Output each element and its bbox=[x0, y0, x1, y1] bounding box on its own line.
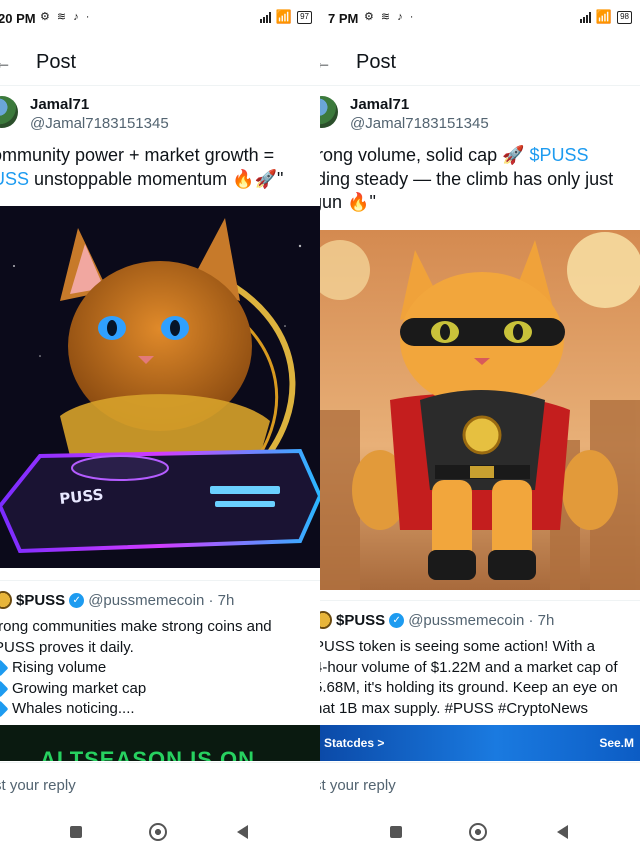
post-text-line: lding steady — the climb has only just bbox=[320, 168, 614, 189]
quoted-display-name: $PUSS bbox=[336, 611, 386, 629]
post-author: Jamal71 @Jamal7183151345 bbox=[320, 94, 640, 138]
status-bar: 20 PM ⚙ ≋ ♪ · 📶 97 bbox=[0, 0, 320, 38]
reply-bar: st your reply bbox=[320, 762, 640, 810]
quoted-handle: @pussmemecoin · 7h bbox=[408, 611, 555, 629]
battery-icon: 98 bbox=[617, 10, 632, 24]
quoted-text-line: trong communities make strong coins and bbox=[0, 618, 272, 635]
page-title: Post bbox=[356, 51, 397, 73]
reply-input[interactable]: st your reply bbox=[0, 777, 76, 794]
verified-badge-icon: ✓ bbox=[389, 612, 405, 628]
author-display-name[interactable]: Jamal71 bbox=[350, 96, 409, 113]
avatar[interactable] bbox=[0, 96, 18, 128]
recent-apps-icon[interactable] bbox=[66, 822, 86, 842]
quoted-post-text: trong communities make strong coins and … bbox=[0, 617, 320, 720]
list-item: Growing market cap bbox=[0, 679, 320, 700]
quoted-post-text: PUSS token is seeing some action! With a… bbox=[320, 637, 640, 719]
status-time: 20 PM bbox=[0, 11, 36, 26]
wifi-icon: 📶 bbox=[275, 9, 293, 24]
back-arrow-icon[interactable]: ← bbox=[320, 52, 332, 73]
post-screen-left: 20 PM ⚙ ≋ ♪ · 📶 97 ← Post Jamal71 @Jamal… bbox=[0, 0, 320, 853]
quoted-text-line: PUSS proves it daily. bbox=[0, 638, 134, 656]
author-display-name[interactable]: Jamal71 bbox=[30, 96, 89, 113]
back-icon[interactable] bbox=[552, 822, 572, 842]
wifi-icon: 📶 bbox=[595, 9, 613, 24]
post-text-fragment: trong volume, solid cap 🚀 bbox=[320, 145, 530, 165]
quoted-media-text-right: See.M bbox=[599, 736, 634, 750]
post-image-dj-cat[interactable]: PUSS bbox=[0, 206, 320, 568]
quoted-media-thumbnail[interactable]: Statcdes > See.M bbox=[320, 725, 640, 761]
post-text-line: USS unstoppable momentum 🔥🚀" bbox=[0, 168, 320, 192]
reply-bar: st your reply bbox=[0, 762, 320, 810]
back-icon[interactable] bbox=[232, 822, 252, 842]
avatar[interactable] bbox=[320, 96, 338, 128]
quoted-media-text: ALTSEASON IS ON bbox=[40, 747, 256, 761]
status-bar: 7 PM ⚙ ≋ ♪ · 📶 98 bbox=[320, 0, 640, 38]
quoted-media-thumbnail[interactable]: ALTSEASON IS ON bbox=[0, 725, 320, 761]
quoted-avatar bbox=[0, 591, 12, 609]
quoted-text-line: hat 1B max supply. #PUSS #CryptoNews bbox=[320, 699, 589, 717]
quoted-text-line: 5.68M, it's holding its ground. Keep an … bbox=[320, 679, 618, 696]
quoted-display-name: $PUSS bbox=[16, 591, 66, 609]
notification-icons: ⚙ ≋ ♪ · bbox=[364, 11, 416, 23]
list-item: Whales noticing.... bbox=[0, 699, 320, 720]
status-indicators: 📶 98 bbox=[579, 9, 632, 25]
quoted-post[interactable]: $PUSS ✓ @pussmemecoin · 7h PUSS token is… bbox=[320, 600, 640, 761]
author-handle[interactable]: @Jamal7183151345 bbox=[30, 115, 169, 132]
post-text-line: trong volume, solid cap 🚀 $PUSS bbox=[320, 144, 640, 168]
quoted-post-header: $PUSS ✓ @pussmemecoin · 7h bbox=[0, 591, 234, 609]
home-icon[interactable] bbox=[148, 822, 168, 842]
top-bar: ← Post bbox=[320, 38, 640, 86]
post-screen-right: 7 PM ⚙ ≋ ♪ · 📶 98 ← Post Jamal71 @Jamal7… bbox=[320, 0, 640, 853]
quoted-handle: @pussmemecoin · 7h bbox=[88, 591, 235, 609]
home-icon[interactable] bbox=[468, 822, 488, 842]
quoted-text-line: 4-hour volume of $1.22M and a market cap… bbox=[320, 658, 618, 676]
system-nav-bar bbox=[320, 812, 640, 853]
top-bar: ← Post bbox=[0, 38, 320, 86]
post-text-line: ommunity power + market growth = bbox=[0, 145, 275, 165]
blue-diamond-icon bbox=[0, 659, 9, 677]
post-text: ommunity power + market growth = USS uns… bbox=[0, 144, 320, 191]
page-title: Post bbox=[36, 51, 77, 73]
system-nav-bar bbox=[0, 812, 320, 853]
post-text: trong volume, solid cap 🚀 $PUSS lding st… bbox=[320, 144, 640, 215]
notification-icons: ⚙ ≋ ♪ · bbox=[40, 11, 92, 23]
post-author: Jamal71 @Jamal7183151345 bbox=[0, 94, 320, 138]
author-handle[interactable]: @Jamal7183151345 bbox=[350, 115, 489, 132]
battery-icon: 97 bbox=[297, 10, 312, 24]
post-text-line: gun 🔥" bbox=[320, 192, 376, 212]
cashtag-link[interactable]: USS bbox=[0, 169, 29, 189]
reply-input[interactable]: st your reply bbox=[320, 777, 396, 794]
quoted-text-line: PUSS token is seeing some action! With a bbox=[320, 638, 595, 655]
cashtag-link[interactable]: $PUSS bbox=[530, 145, 589, 165]
quoted-post-header: $PUSS ✓ @pussmemecoin · 7h bbox=[320, 611, 554, 629]
post-image-superhero-cat[interactable] bbox=[320, 230, 640, 590]
signal-icon bbox=[259, 11, 271, 23]
back-arrow-icon[interactable]: ← bbox=[0, 52, 12, 73]
status-time: 7 PM bbox=[328, 11, 359, 26]
verified-badge-icon: ✓ bbox=[69, 592, 85, 608]
recent-apps-icon[interactable] bbox=[386, 822, 406, 842]
quoted-post[interactable]: $PUSS ✓ @pussmemecoin · 7h trong communi… bbox=[0, 580, 320, 761]
signal-icon bbox=[579, 11, 591, 23]
quoted-media-text-left: Statcdes > bbox=[324, 736, 385, 750]
blue-diamond-icon bbox=[0, 680, 9, 698]
list-item: Rising volume bbox=[0, 658, 320, 679]
blue-diamond-icon bbox=[0, 700, 9, 718]
status-indicators: 📶 97 bbox=[259, 9, 312, 25]
quoted-avatar bbox=[320, 611, 332, 629]
post-text-fragment: unstoppable momentum 🔥🚀" bbox=[29, 168, 284, 189]
